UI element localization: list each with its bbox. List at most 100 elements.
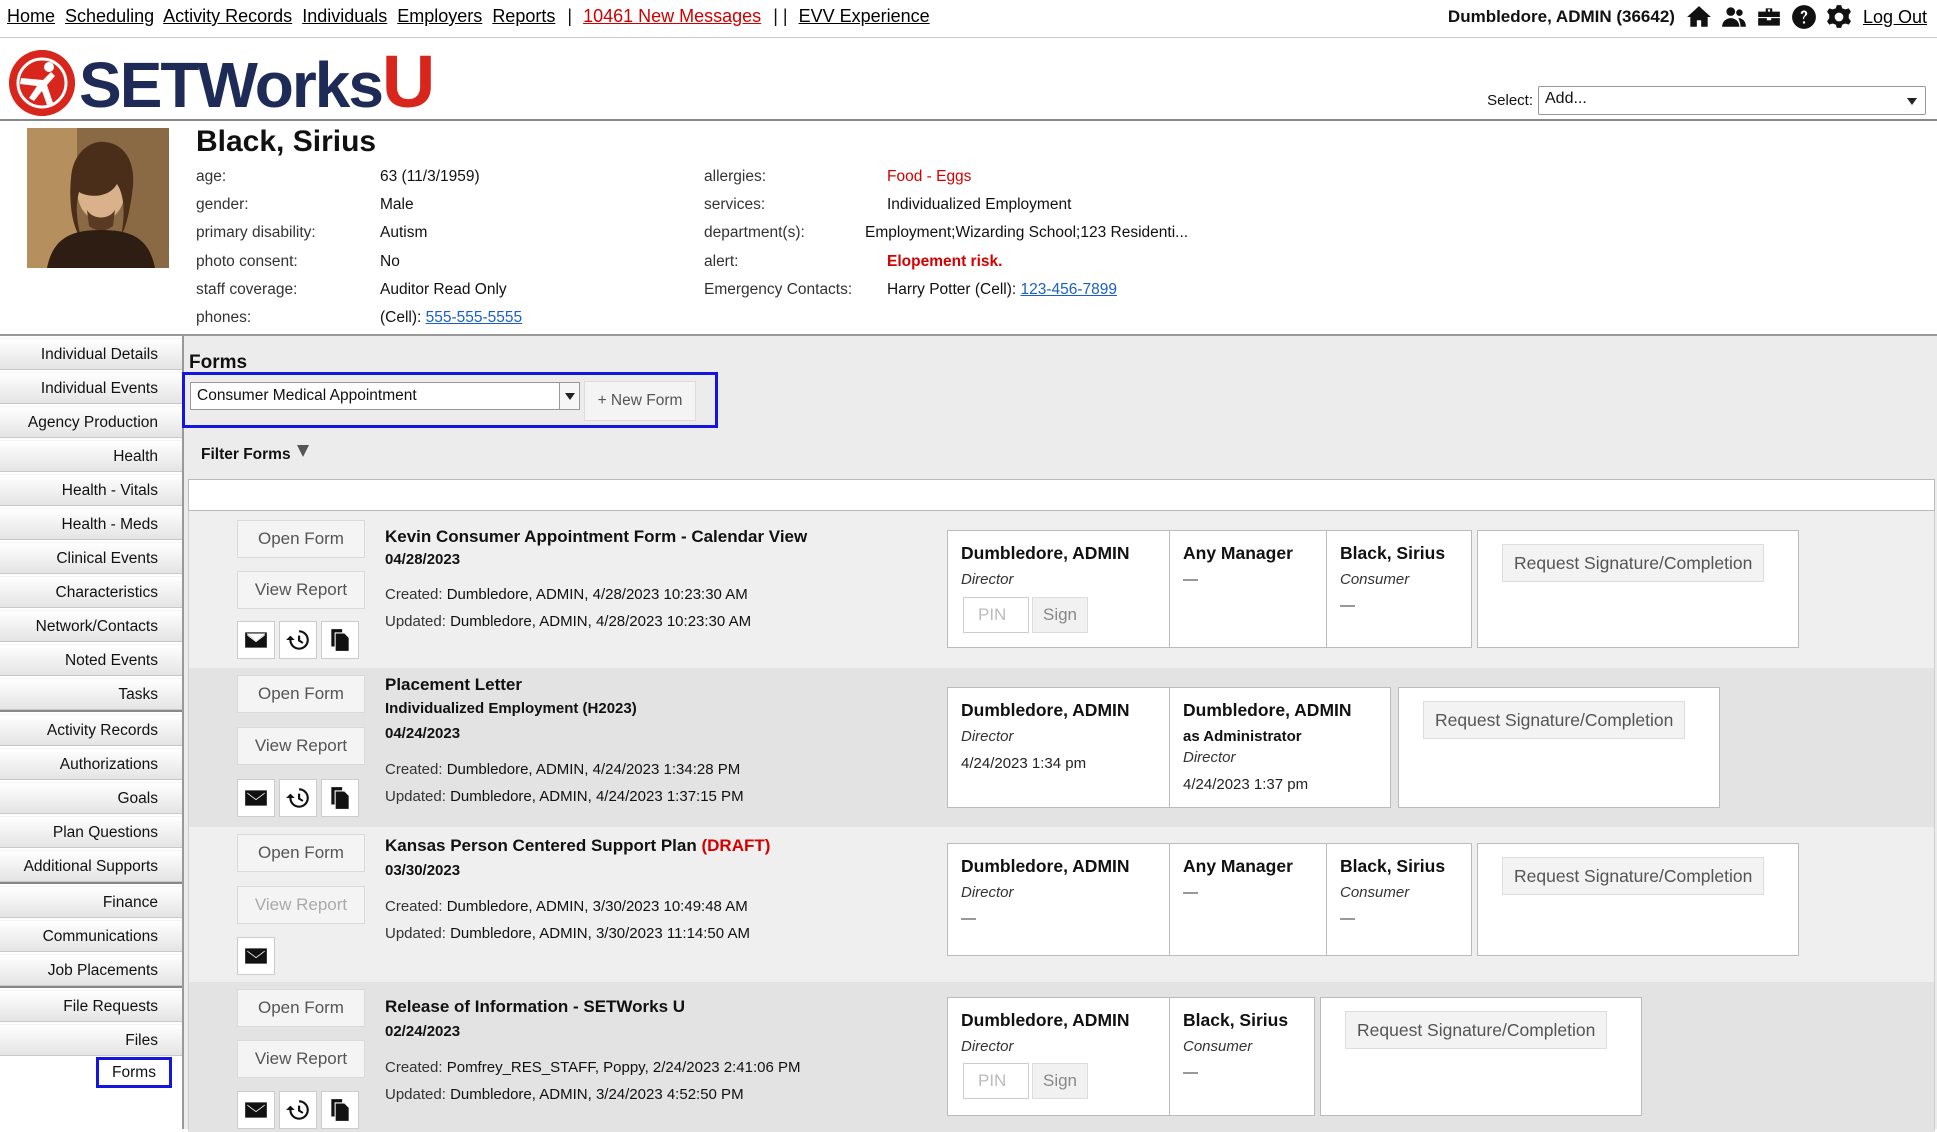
open-form-button[interactable]: Open Form bbox=[237, 834, 365, 872]
gear-icon[interactable] bbox=[1826, 4, 1852, 30]
phone-link[interactable]: 555-555-5555 bbox=[426, 309, 523, 326]
sidebar-item-health-vitals[interactable]: Health - Vitals bbox=[0, 474, 182, 506]
setworks-logo[interactable]: SETWorksU bbox=[9, 39, 435, 123]
form-title[interactable]: Placement Letter bbox=[385, 675, 522, 695]
emergency-phone-link[interactable]: 123-456-7899 bbox=[1021, 281, 1118, 298]
sidebar-item-communications[interactable]: Communications bbox=[0, 920, 182, 952]
sidebar-item-individual-details[interactable]: Individual Details bbox=[0, 338, 182, 370]
nav-scheduling-link[interactable]: Scheduling bbox=[65, 6, 154, 26]
sidebar-item-individual-events[interactable]: Individual Events bbox=[0, 372, 182, 404]
signer-date: 4/24/2023 1:34 pm bbox=[961, 755, 1087, 772]
view-report-button[interactable]: View Report bbox=[237, 727, 365, 765]
copy-icon[interactable] bbox=[321, 1091, 359, 1129]
info-staff-coverage: staff coverage: Auditor Read Only bbox=[196, 281, 507, 298]
request-signature-button[interactable]: Request Signature/Completion bbox=[1423, 701, 1686, 739]
sidebar-item-file-requests[interactable]: File Requests bbox=[0, 990, 182, 1022]
sidebar-item-forms[interactable]: Forms bbox=[0, 1056, 182, 1088]
signer-name: Dumbledore, ADMIN bbox=[961, 856, 1130, 876]
sidebar-item-agency-production[interactable]: Agency Production bbox=[0, 406, 182, 438]
sidebar-item-authorizations[interactable]: Authorizations bbox=[0, 748, 182, 780]
sidebar-item-finance[interactable]: Finance bbox=[0, 886, 182, 918]
sidebar-item-activity-records[interactable]: Activity Records bbox=[0, 714, 182, 746]
request-signature-button[interactable]: Request Signature/Completion bbox=[1345, 1011, 1608, 1049]
form-title[interactable]: Release of Information - SETWorks U bbox=[385, 997, 685, 1017]
logout-link[interactable]: Log Out bbox=[1863, 7, 1927, 28]
chevron-down-icon bbox=[1907, 98, 1917, 105]
add-select[interactable]: Add... bbox=[1538, 86, 1926, 115]
form-title[interactable]: Kansas Person Centered Support Plan (DRA… bbox=[385, 836, 770, 856]
email-icon[interactable] bbox=[237, 779, 275, 817]
sidebar-item-plan-questions[interactable]: Plan Questions bbox=[0, 816, 182, 848]
signer-status: — bbox=[1340, 597, 1355, 614]
signer-name: Any Manager bbox=[1183, 543, 1293, 563]
email-icon[interactable] bbox=[237, 621, 275, 659]
nav-reports-link[interactable]: Reports bbox=[492, 6, 555, 26]
nav-home-link[interactable]: Home bbox=[7, 6, 55, 26]
view-report-button[interactable]: View Report bbox=[237, 571, 365, 609]
info-allergies: allergies: Food - Eggs bbox=[704, 168, 972, 185]
history-icon[interactable] bbox=[279, 1091, 317, 1129]
form-type-select[interactable]: Consumer Medical Appointment bbox=[190, 382, 580, 410]
nav-individuals-link[interactable]: Individuals bbox=[302, 6, 387, 26]
logo-bar: SETWorksU Select: Add... bbox=[0, 38, 1937, 121]
open-form-button[interactable]: Open Form bbox=[237, 675, 365, 713]
form-date: 03/30/2023 bbox=[385, 862, 461, 879]
sidebar-item-additional-supports[interactable]: Additional Supports bbox=[0, 850, 182, 882]
sidebar-item-forms-label[interactable]: Forms bbox=[96, 1057, 172, 1088]
signer-box: Dumbledore, ADMIN Director PIN Sign bbox=[947, 997, 1170, 1116]
sign-button[interactable]: Sign bbox=[1032, 597, 1088, 633]
form-row: Open Form View Report Kevin Consumer App… bbox=[189, 511, 1934, 668]
messages-link[interactable]: 10461 New Messages bbox=[583, 6, 761, 26]
sidebar-item-files[interactable]: Files bbox=[0, 1024, 182, 1056]
sidebar-item-clinical-events[interactable]: Clinical Events bbox=[0, 542, 182, 574]
copy-icon[interactable] bbox=[321, 621, 359, 659]
email-icon[interactable] bbox=[237, 937, 275, 975]
home-icon[interactable] bbox=[1686, 4, 1712, 30]
sidebar-item-noted-events[interactable]: Noted Events bbox=[0, 644, 182, 676]
view-report-button[interactable]: View Report bbox=[237, 1040, 365, 1078]
request-signature-button[interactable]: Request Signature/Completion bbox=[1502, 857, 1765, 895]
info-departments: department(s): Employment;Wizarding Schoo… bbox=[704, 224, 1189, 241]
pin-input[interactable]: PIN bbox=[963, 597, 1029, 633]
signer-role: Director bbox=[961, 884, 1014, 901]
history-icon[interactable] bbox=[279, 621, 317, 659]
sidebar-item-health-meds[interactable]: Health - Meds bbox=[0, 508, 182, 540]
sidebar-item-job-placements[interactable]: Job Placements bbox=[0, 954, 182, 986]
signer-role: Director bbox=[961, 1038, 1014, 1055]
briefcase-icon[interactable] bbox=[1756, 4, 1782, 30]
sidebar-item-health[interactable]: Health bbox=[0, 440, 182, 472]
help-icon[interactable] bbox=[1791, 4, 1817, 30]
signer-status: — bbox=[1183, 884, 1198, 901]
signer-box: Dumbledore, ADMIN Director 4/24/2023 1:3… bbox=[947, 687, 1170, 808]
filter-forms-toggle[interactable]: Filter Forms bbox=[201, 445, 309, 464]
logo-wordmark: SETWorksU bbox=[79, 39, 435, 123]
open-form-button[interactable]: Open Form bbox=[237, 520, 365, 558]
sidebar-item-network-contacts[interactable]: Network/Contacts bbox=[0, 610, 182, 642]
nav-employers-link[interactable]: Employers bbox=[397, 6, 482, 26]
sign-button[interactable]: Sign bbox=[1032, 1063, 1088, 1099]
view-report-button[interactable]: View Report bbox=[237, 886, 365, 924]
pin-input[interactable]: PIN bbox=[963, 1063, 1029, 1099]
history-icon[interactable] bbox=[279, 779, 317, 817]
logo-mark-icon bbox=[9, 50, 75, 116]
form-row: Open Form View Report Kansas Person Cent… bbox=[189, 827, 1934, 982]
copy-icon[interactable] bbox=[321, 779, 359, 817]
request-signature-button[interactable]: Request Signature/Completion bbox=[1502, 544, 1765, 582]
new-form-button[interactable]: + New Form bbox=[584, 381, 696, 421]
form-title[interactable]: Kevin Consumer Appointment Form - Calend… bbox=[385, 527, 807, 547]
email-icon[interactable] bbox=[237, 1091, 275, 1129]
signer-box: Any Manager — bbox=[1169, 843, 1327, 956]
open-form-button[interactable]: Open Form bbox=[237, 989, 365, 1027]
form-updated: Updated: Dumbledore, ADMIN, 4/28/2023 10… bbox=[385, 613, 752, 630]
people-icon[interactable] bbox=[1721, 4, 1747, 30]
sidebar-item-tasks[interactable]: Tasks bbox=[0, 678, 182, 710]
sidebar-item-characteristics[interactable]: Characteristics bbox=[0, 576, 182, 608]
sidebar-item-goals[interactable]: Goals bbox=[0, 782, 182, 814]
signer-name: Black, Sirius bbox=[1340, 856, 1446, 876]
signer-box: Any Manager — bbox=[1169, 530, 1327, 648]
main-content: Forms Consumer Medical Appointment + New… bbox=[182, 336, 1937, 1132]
nav-activity-records-link[interactable]: Activity Records bbox=[163, 6, 292, 26]
page-title: Forms bbox=[189, 352, 248, 373]
signer-role: Director bbox=[961, 728, 1014, 745]
evv-link[interactable]: EVV Experience bbox=[799, 6, 930, 26]
